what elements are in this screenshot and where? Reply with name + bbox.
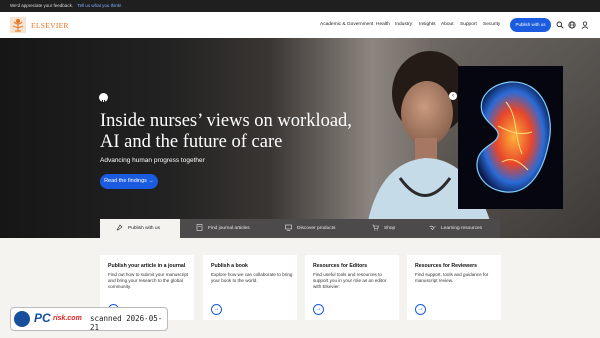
feedback-bar: We'd appreciate your feedback. Tell us w… [0, 0, 600, 12]
elsevier-logo[interactable] [10, 17, 26, 33]
tab-shop[interactable]: Shop [372, 219, 395, 238]
read-findings-button[interactable]: Read the findings → [100, 174, 158, 189]
card-resources-editors[interactable]: Resources for Editors Find useful tools … [305, 255, 399, 320]
card-body: Find out how to submit your manuscript a… [108, 272, 189, 289]
arrow-right-icon[interactable]: → [211, 304, 222, 315]
card-resources-reviewers[interactable]: Resources for Reviewers Find support, to… [407, 255, 501, 320]
journal-icon [196, 224, 203, 232]
nav-insights[interactable]: Insights [419, 22, 436, 27]
tab-find-journal-articles[interactable]: Find journal articles [196, 219, 250, 238]
user-icon[interactable] [581, 21, 589, 29]
nav-academic-government[interactable]: Academic & Government [320, 22, 373, 27]
carousel-prev-button[interactable]: ‹ [449, 92, 457, 100]
watermark-risk: risk.com [53, 315, 82, 322]
card-title: Publish a book [211, 263, 248, 269]
pause-play-button[interactable] [99, 93, 108, 103]
arrow-right-icon[interactable]: → [415, 304, 426, 315]
nav-support[interactable]: Support [460, 22, 477, 27]
scan-stamp: scanned 2026-05-21 [90, 314, 163, 332]
hero-subtitle: Advancing human progress together [100, 157, 205, 164]
card-body: Find useful tools and resources to suppo… [313, 272, 387, 289]
search-icon[interactable] [556, 21, 564, 29]
handshake-icon [429, 224, 436, 231]
tab-label: Discover products [297, 226, 336, 231]
magnifier-logo-icon [14, 311, 30, 327]
card-title: Publish your article in a journal [108, 263, 186, 269]
publish-icon [116, 224, 123, 231]
nav-industry[interactable]: Industry [395, 22, 412, 27]
feedback-message: We'd appreciate your feedback. Tell us w… [10, 3, 122, 8]
tab-label: Publish with us [128, 226, 160, 231]
watermark-pc: PC [34, 311, 51, 325]
tab-label: Learning resources [441, 226, 483, 231]
monitor-icon [285, 224, 292, 231]
tab-label: Find journal articles [208, 226, 250, 231]
tab-discover-products[interactable]: Discover products [285, 219, 335, 238]
play-icon [102, 100, 105, 103]
kidney-scan-image [458, 66, 563, 209]
card-body: Explore how we can collaborate to bring … [211, 272, 293, 283]
card-publish-book[interactable]: Publish a book Explore how we can collab… [203, 255, 297, 320]
card-body: Find support, tools and guidance for man… [415, 272, 489, 283]
hero-title: Inside nurses’ views on workload, AI and… [100, 111, 352, 152]
globe-icon[interactable] [568, 21, 576, 29]
card-title: Resources for Editors [313, 263, 368, 269]
nav-security[interactable]: Security [483, 22, 500, 27]
nav-health[interactable]: Health [376, 22, 390, 27]
cart-icon [372, 224, 379, 231]
arrow-right-icon[interactable]: → [313, 304, 324, 315]
card-title: Resources for Reviewers [415, 263, 477, 269]
feedback-link[interactable]: Tell us what you think! [77, 3, 121, 8]
tab-learning-resources[interactable]: Learning resources [429, 219, 482, 238]
brand-name[interactable]: ELSEVIER [31, 21, 69, 30]
tab-publish-with-us[interactable]: Publish with us [100, 219, 180, 238]
quick-links-tabbar: Publish with us Find journal articles Di… [100, 219, 500, 238]
nav-about[interactable]: About [441, 22, 454, 27]
pcrisk-watermark: PC risk.com scanned 2026-05-21 [10, 307, 168, 332]
publish-with-us-button[interactable]: Publish with us [510, 18, 551, 32]
tab-label: Shop [384, 226, 396, 231]
